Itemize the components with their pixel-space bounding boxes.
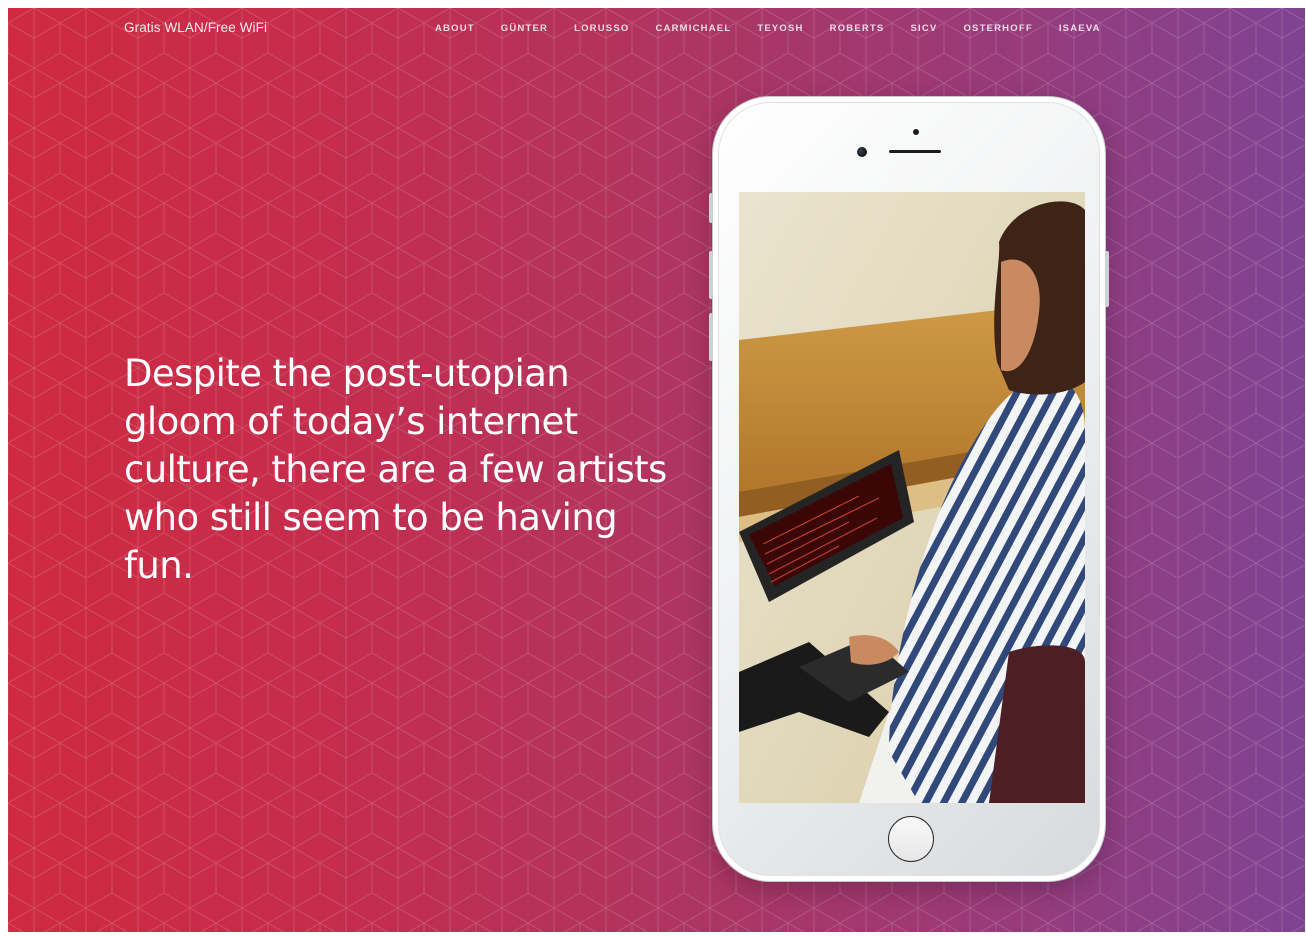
nav-item-roberts[interactable]: ROBERTS [830,23,885,34]
nav-item-isaeva[interactable]: ISAEVA [1059,23,1101,34]
nav-item-carmichael[interactable]: CARMICHAEL [655,23,731,34]
nav-item-sicv[interactable]: SICV [910,23,937,34]
nav-item-osterhoff[interactable]: OSTERHOFF [963,23,1032,34]
nav-item-gunter[interactable]: GÜNTER [501,23,548,34]
hero-headline: Despite the post-utopian gloom of today’… [124,352,667,587]
home-button-icon[interactable] [888,816,934,862]
hero-section: Gratis WLAN/Free WiFi ABOUT GÜNTER LORUS… [8,8,1305,932]
phone-speaker-grille [889,150,941,153]
phone-volume-down-button [709,313,713,361]
phone-screen-photo [739,192,1085,803]
nav-item-teyosh[interactable]: TEYOSH [757,23,803,34]
phone-sensor-dot [913,129,919,135]
phone-power-button [1105,251,1109,307]
phone-front-camera-icon [857,147,867,157]
smartphone-icon [709,96,1109,882]
main-navigation: ABOUT GÜNTER LORUSSO CARMICHAEL TEYOSH R… [435,23,1101,34]
phone-silent-switch [709,193,713,223]
nav-item-about[interactable]: ABOUT [435,23,475,34]
phone-volume-up-button [709,251,713,299]
site-brand-link[interactable]: Gratis WLAN/Free WiFi [124,20,267,35]
nav-item-lorusso[interactable]: LORUSSO [574,23,629,34]
